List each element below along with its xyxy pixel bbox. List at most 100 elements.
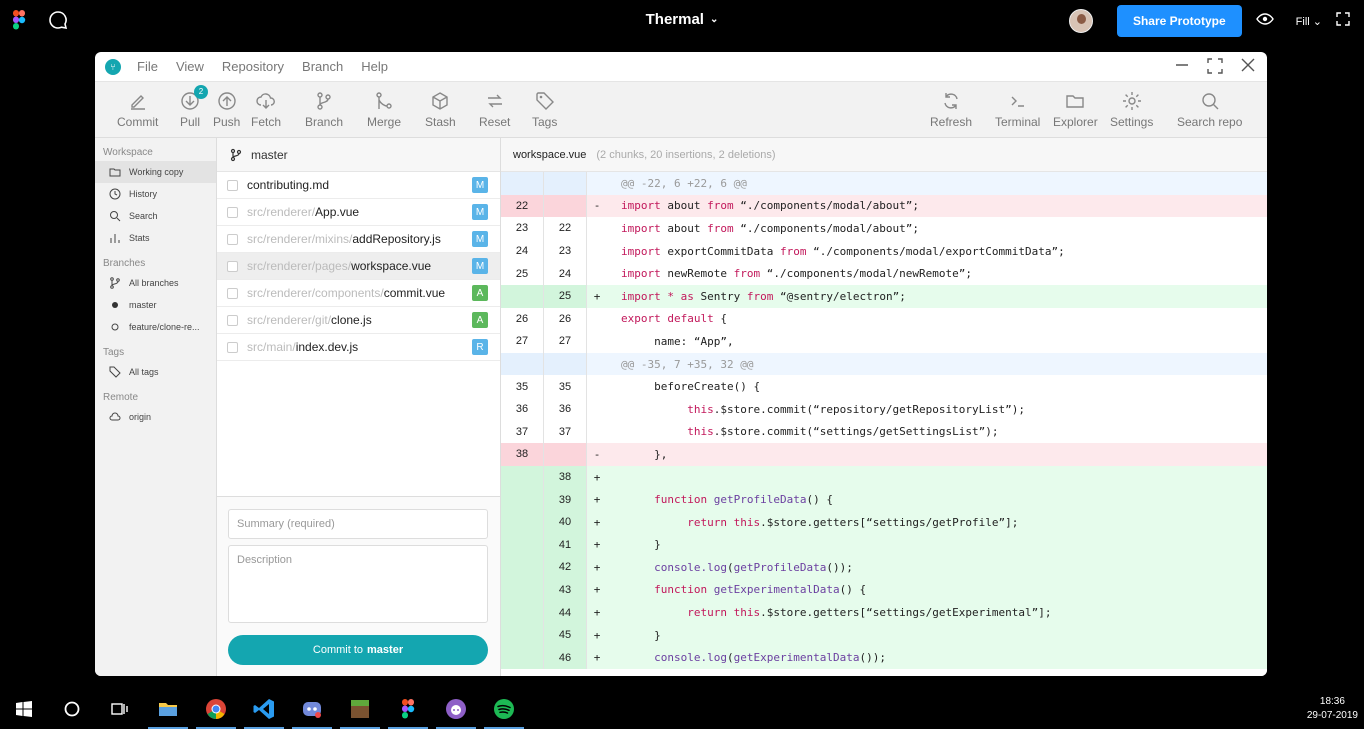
menu-help[interactable]: Help [361,59,388,74]
push-button[interactable]: Push [213,91,240,129]
windows-start-icon[interactable] [0,689,48,729]
diff-line: 22 - import about from “./components/modal… [501,194,1267,218]
sidebar-item-label: origin [129,412,152,422]
description-input[interactable]: Description [228,545,488,623]
diff-line: 41 + } [501,533,1267,557]
discord-icon[interactable] [288,689,336,729]
sidebar-item-master[interactable]: master [95,294,216,316]
tags-button[interactable]: Tags [532,91,557,129]
diff-filename: workspace.vue [513,148,587,161]
maximize-icon[interactable] [1207,58,1223,79]
diff-line: 38 - }, [501,443,1267,466]
commit-to-master-button[interactable]: Commit to master [228,635,488,665]
diff-code: @@ -22, 6 +22, 6 @@ [621,176,747,190]
cortana-icon[interactable] [48,689,96,729]
old-line-number [501,533,544,557]
file-checkbox[interactable] [227,341,238,353]
close-icon[interactable] [1241,58,1255,79]
taskbar-clock[interactable]: 18:36 29-07-2019 [1307,695,1358,723]
stash-button[interactable]: Stash [425,91,456,129]
changed-files-pane: master contributing.md Msrc/renderer/App.… [217,138,501,676]
chrome-icon[interactable] [192,689,240,729]
file-checkbox[interactable] [227,206,238,218]
fetch-button[interactable]: Fetch [251,91,281,129]
menu-file[interactable]: File [137,59,158,74]
diff-code: beforeCreate() { [621,380,761,394]
old-line-number: 36 [501,397,544,421]
file-row[interactable]: src/renderer/git/clone.js A [217,307,500,334]
explorer-button[interactable]: Explorer [1053,91,1098,129]
file-row[interactable]: src/renderer/App.vue M [217,199,500,226]
stash-label: Stash [425,114,456,129]
file-name: contributing.md [247,178,330,192]
reset-button[interactable]: Reset [479,91,510,129]
pull-button[interactable]: 2 Pull [180,84,209,129]
file-status-badge: M [472,204,488,220]
minecraft-icon[interactable] [336,689,384,729]
fullscreen-icon[interactable] [1336,11,1350,31]
diff-body: @@ -22, 6 +22, 6 @@ 22- import about from … [501,172,1267,670]
share-prototype-button[interactable]: Share Prototype [1116,5,1242,37]
file-row[interactable]: src/main/index.dev.js R [217,334,500,361]
file-checkbox[interactable] [227,260,238,272]
file-path: src/renderer/mixins/addRepository.js [247,232,441,246]
menu-repository[interactable]: Repository [222,59,284,74]
reset-label: Reset [479,114,511,129]
figma-icon[interactable] [384,689,432,729]
settings-button[interactable]: Settings [1110,91,1153,129]
file-explorer-icon[interactable] [144,689,192,729]
file-row[interactable]: src/renderer/components/commit.vue A [217,280,500,307]
folder-icon [1066,94,1085,108]
github-icon[interactable] [432,689,480,729]
branch-dot-icon [111,323,119,331]
menu-view[interactable]: View [176,59,204,74]
vscode-icon[interactable] [240,689,288,729]
sidebar-item-origin[interactable]: origin [95,406,216,428]
settings-label: Settings [1110,114,1154,129]
diff-sign [587,398,607,421]
summary-input[interactable]: Summary (required) [228,509,488,539]
file-row[interactable]: src/renderer/mixins/addRepository.js M [217,226,500,253]
sidebar-item-all-tags[interactable]: All tags [95,361,216,383]
diff-code: import newRemote from “./components/moda… [621,267,973,281]
task-view-icon[interactable] [96,689,144,729]
merge-button[interactable]: Merge [367,91,401,129]
sidebar-heading-tags: Tags [103,347,125,358]
file-checkbox[interactable] [227,179,238,191]
diff-code: return this.$store.getters[“settings/get… [687,606,1052,620]
diff-code: import * as Sentry from “@sentry/electro… [621,289,906,303]
refresh-button[interactable]: Refresh [930,91,972,129]
new-line-number: 40 [544,510,587,534]
file-checkbox[interactable] [227,233,238,245]
current-branch-header[interactable]: master [217,138,500,172]
spotify-icon[interactable] [480,689,528,729]
sidebar-item-feature-branch[interactable]: feature/clone-re... [95,316,216,338]
sidebar-item-stats[interactable]: Stats [95,227,216,249]
terminal-button[interactable]: Terminal [995,91,1040,129]
commit-button[interactable]: Commit [117,91,158,129]
file-path: src/main/index.dev.js [247,340,358,354]
toolbar: Commit 2 Pull Push Fetch Branch Merge St… [95,82,1267,138]
branch-button[interactable]: Branch [305,91,343,129]
search-repo-button[interactable]: Search repo [1177,91,1242,129]
file-row[interactable]: src/renderer/pages/workspace.vue M [217,253,500,280]
sidebar-item-history[interactable]: History [95,183,216,205]
sidebar-item-search[interactable]: Search [95,205,216,227]
file-checkbox[interactable] [227,314,238,326]
diff-code: @@ -35, 7 +35, 32 @@ [621,357,754,371]
fill-dropdown[interactable]: Fill ⌄ [1296,15,1322,28]
old-line-number [501,488,544,511]
new-line-number: 39 [544,488,587,511]
sidebar-item-working-copy[interactable]: Working copy [95,161,216,183]
minimize-icon[interactable] [1175,58,1189,79]
menu-branch[interactable]: Branch [302,59,343,74]
branch-icon [317,91,331,110]
app-logo-icon: ⑂ [105,58,121,75]
eye-icon[interactable] [1255,12,1274,30]
clock-date: 29-07-2019 [1306,710,1358,721]
avatar[interactable] [1068,9,1093,33]
sidebar-item-all-branches[interactable]: All branches [95,272,216,294]
file-checkbox[interactable] [227,287,238,299]
commit-button-label: Commit to [312,644,364,656]
file-row[interactable]: contributing.md M [217,172,500,199]
